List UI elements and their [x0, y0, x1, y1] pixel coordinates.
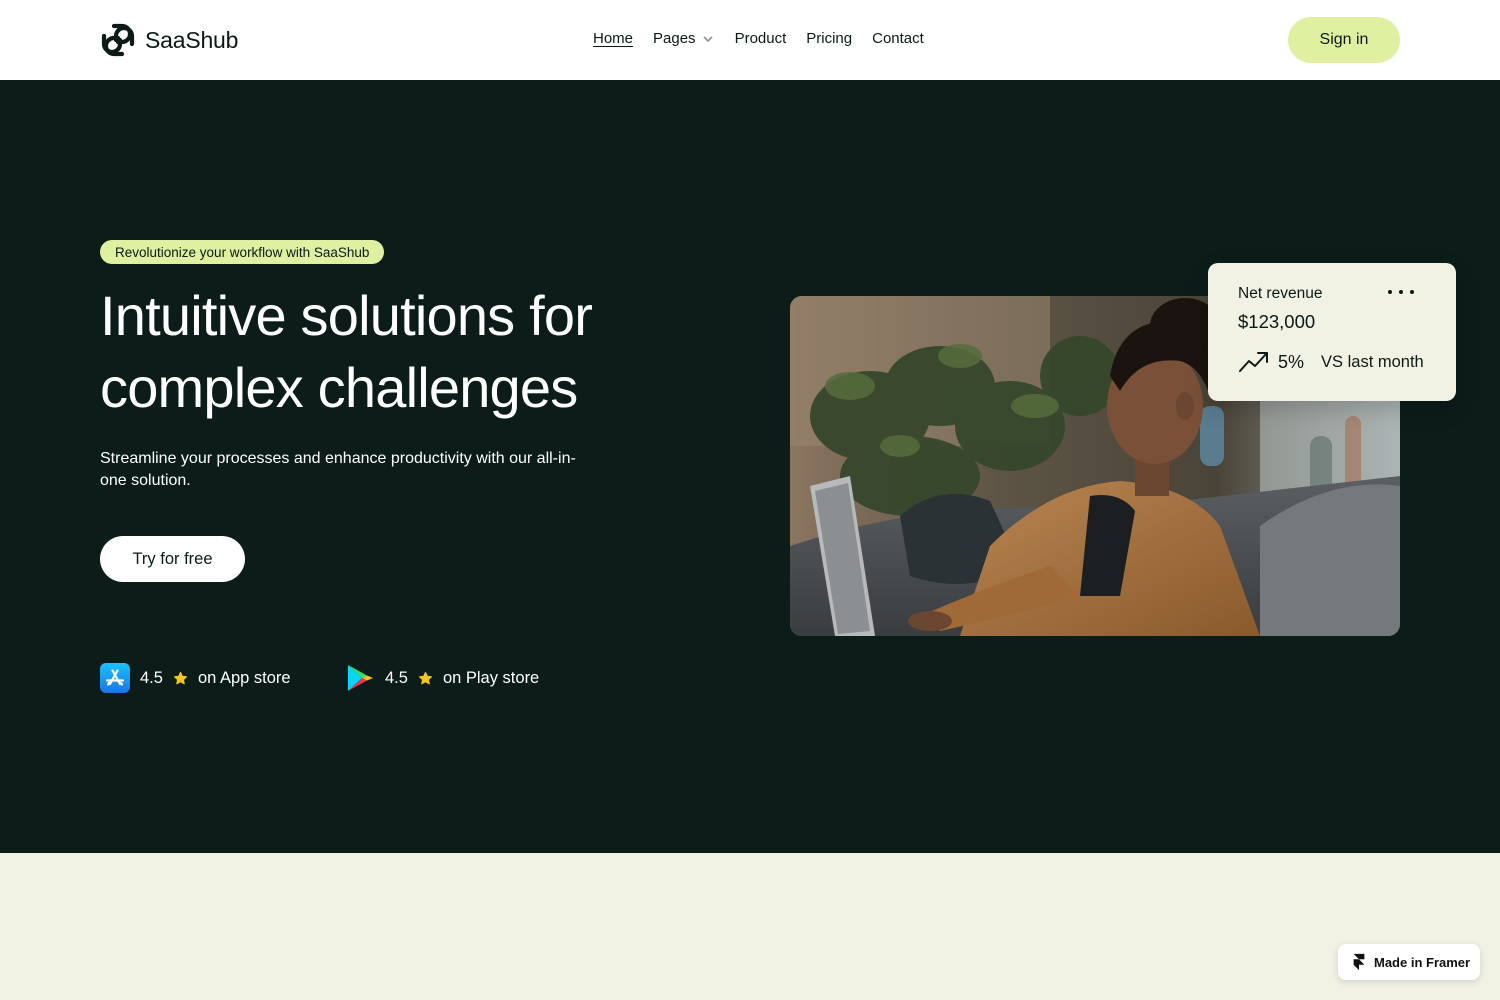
made-in-framer-badge[interactable]: Made in Framer: [1338, 944, 1480, 980]
hero-title-line-1: Intuitive solutions for: [100, 284, 593, 347]
hero-title: Intuitive solutions for complex challeng…: [100, 280, 740, 424]
revenue-trend: 5% VS last month: [1238, 349, 1424, 375]
hero-badge: Revolutionize your workflow with SaaShub: [100, 240, 385, 264]
nav-home[interactable]: Home: [593, 30, 633, 47]
net-revenue-card: Net revenue $123,000 5% VS last month: [1208, 263, 1456, 401]
app-store-label: on App store: [197, 668, 291, 687]
brand-logo[interactable]: SaaShub: [100, 22, 238, 58]
play-store-icon: [348, 665, 373, 691]
star-icon: [418, 671, 432, 684]
try-for-free-button[interactable]: Try for free: [100, 536, 245, 582]
knot-logo-icon: [101, 23, 135, 57]
nav-pricing[interactable]: Pricing: [806, 30, 852, 47]
play-store-score: 4.5: [385, 668, 408, 687]
framer-logo-icon: [1353, 953, 1365, 971]
trend-up-icon: [1239, 352, 1268, 372]
app-store-icon: [100, 663, 130, 693]
site-header: SaaShub Home Pages Product Pricing Conta…: [0, 0, 1500, 80]
revenue-change: 5%: [1278, 351, 1305, 372]
nav-product[interactable]: Product: [735, 30, 787, 47]
revenue-label: Net revenue: [1238, 285, 1323, 302]
nav-pages[interactable]: Pages: [653, 30, 714, 47]
revenue-amount: $123,000: [1238, 311, 1316, 332]
star-icon: [173, 671, 187, 684]
app-store-score: 4.5: [140, 668, 163, 687]
hero-subtitle: Streamline your processes and enhance pr…: [100, 450, 576, 489]
sign-in-button[interactable]: Sign in: [1288, 17, 1400, 63]
play-store-label: on Play store: [442, 668, 540, 687]
nav-contact[interactable]: Contact: [872, 30, 924, 47]
more-options-icon[interactable]: [1388, 285, 1414, 299]
hero-title-line-2: complex challenges: [100, 356, 578, 419]
hero-section: Revolutionize your workflow with SaaShub…: [0, 80, 1500, 853]
brand-name: SaaShub: [145, 26, 239, 53]
chevron-down-icon: [702, 35, 713, 42]
nav-pages-label: Pages: [653, 30, 696, 47]
revenue-comparison: VS last month: [1321, 352, 1424, 371]
app-store-rating[interactable]: 4.5 on App store: [100, 662, 291, 694]
main-nav: Home Pages Product Pricing Contact: [593, 30, 924, 47]
play-store-rating[interactable]: 4.5 on Play store: [345, 662, 539, 694]
framer-badge-label: Made in Framer: [1374, 954, 1471, 970]
